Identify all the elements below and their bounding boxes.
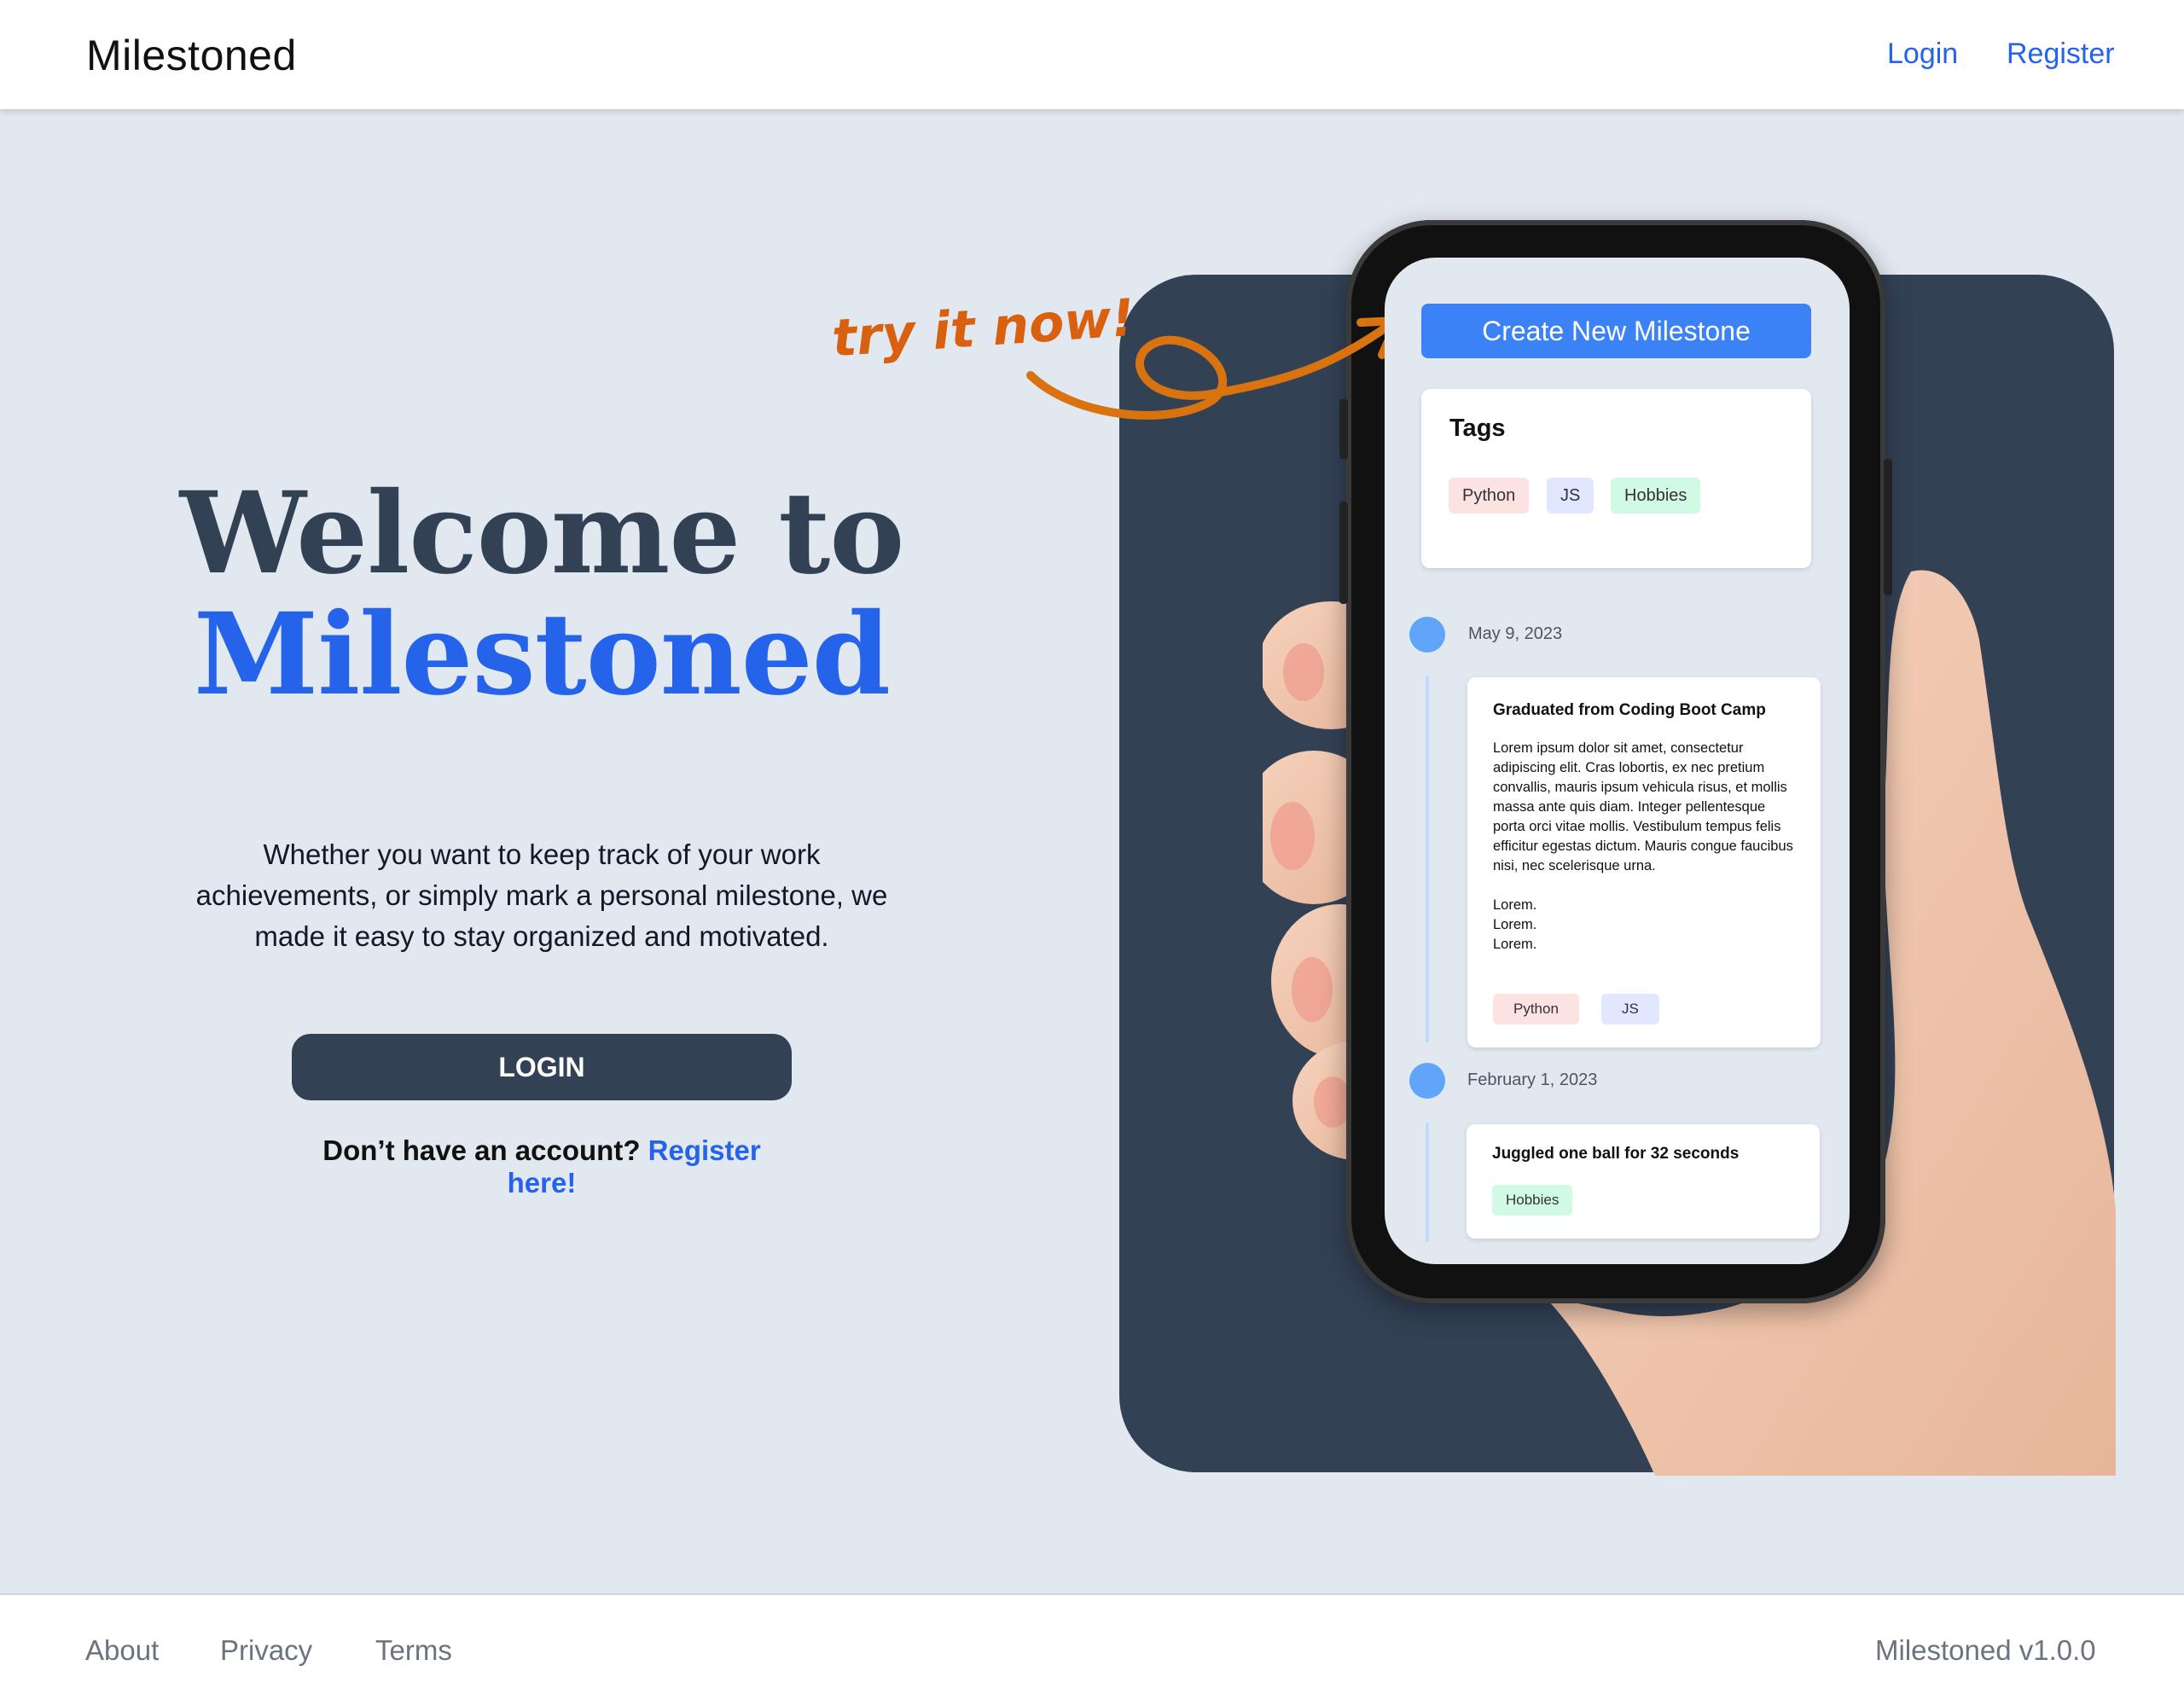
tags-card-title: Tags	[1449, 415, 1506, 442]
milestone-card[interactable]: Graduated from Coding Boot Camp Lorem ip…	[1467, 677, 1821, 1047]
timeline-dot	[1409, 617, 1445, 653]
footer: About Privacy Terms Milestoned v1.0.0	[0, 1593, 2184, 1706]
hero-login-button[interactable]: LOGIN	[292, 1034, 792, 1100]
milestone-tag-hobbies[interactable]: Hobbies	[1492, 1185, 1573, 1216]
create-milestone-button[interactable]: Create New Milestone	[1421, 304, 1811, 358]
top-navbar: Milestoned Login Register	[0, 0, 2184, 109]
milestone-title: Graduated from Coding Boot Camp	[1493, 701, 1766, 719]
timeline-dot	[1409, 1063, 1445, 1099]
register-prompt: Don’t have an account? Register here!	[292, 1134, 792, 1199]
register-prompt-text: Don’t have an account?	[322, 1134, 641, 1166]
timeline-date: May 9, 2023	[1468, 624, 1563, 643]
footer-privacy-link[interactable]: Privacy	[220, 1634, 312, 1667]
footer-about-link[interactable]: About	[85, 1634, 159, 1667]
timeline-date: February 1, 2023	[1467, 1071, 1598, 1089]
tag-js[interactable]: JS	[1547, 478, 1594, 514]
milestone-description: Lorem ipsum dolor sit amet, consectetur …	[1493, 740, 1793, 952]
tags-card: Tags Python JS Hobbies	[1421, 389, 1811, 568]
timeline-line	[1426, 676, 1429, 1042]
tag-python[interactable]: Python	[1449, 478, 1530, 514]
phone-screen: Create New Milestone Tags Python JS Hobb…	[1385, 258, 1850, 1264]
hero-subtitle: Whether you want to keep track of your w…	[195, 838, 888, 952]
hero-title: Welcome to Milestoned	[102, 473, 981, 716]
timeline-line	[1426, 1123, 1429, 1242]
milestone-title: Juggled one ball for 32 seconds	[1492, 1145, 1740, 1163]
footer-terms-link[interactable]: Terms	[375, 1634, 452, 1667]
hero-title-brand: Milestoned	[194, 589, 891, 721]
nav-register-link[interactable]: Register	[2007, 38, 2115, 71]
nav-login-link[interactable]: Login	[1887, 38, 1958, 71]
tag-hobbies[interactable]: Hobbies	[1611, 478, 1701, 514]
app-version: Milestoned v1.0.0	[1875, 1634, 2096, 1666]
curly-arrow-icon	[1026, 316, 1402, 420]
milestone-tag-js[interactable]: JS	[1601, 994, 1659, 1024]
milestone-tag-python[interactable]: Python	[1493, 994, 1579, 1024]
hero-title-line1: Welcome to	[179, 467, 905, 600]
brand-logo-text[interactable]: Milestoned	[86, 31, 297, 80]
milestone-card[interactable]: Juggled one ball for 32 seconds Hobbies	[1467, 1124, 1820, 1239]
